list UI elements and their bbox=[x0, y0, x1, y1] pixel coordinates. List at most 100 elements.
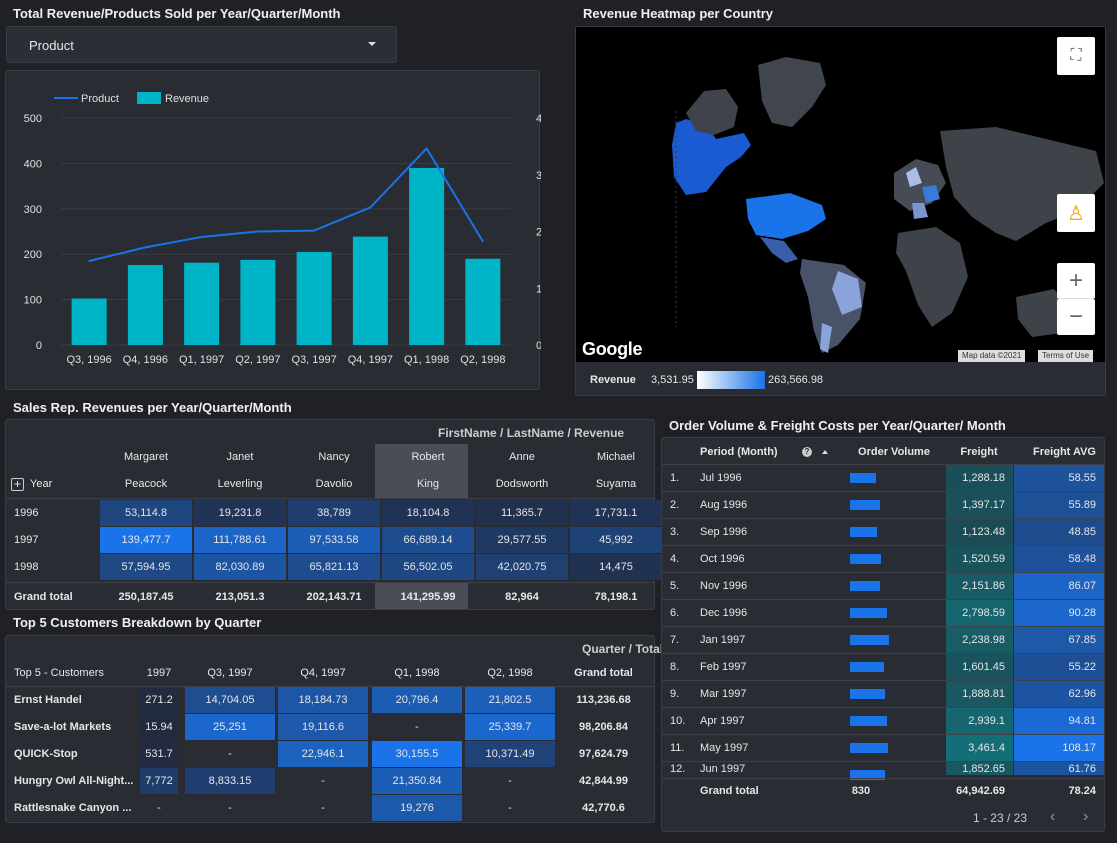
sales-grand-cell: 141,295.99 bbox=[400, 590, 456, 603]
orders-freight-avg-cell: 55.22 bbox=[1014, 654, 1104, 680]
sales-value-cell: 11,365.7 bbox=[476, 500, 568, 526]
order-volume-bar bbox=[850, 662, 885, 672]
top5-header-right: Quarter / Total bbox=[582, 642, 664, 656]
orders-row-number: 9. bbox=[670, 688, 680, 700]
orders-row-number: 1. bbox=[670, 472, 680, 484]
orders-freight-cell: 1,397.17 bbox=[946, 492, 1013, 518]
row-divider bbox=[6, 582, 654, 583]
google-logo: Google bbox=[582, 339, 643, 359]
map-data-attribution: Map data ©2021 bbox=[958, 350, 1026, 362]
sales-col-firstname: Anne bbox=[509, 451, 535, 463]
top5-value-cell: - bbox=[228, 802, 232, 814]
product-dropdown[interactable]: Product bbox=[6, 26, 397, 63]
sales-grand-cell: 202,143.71 bbox=[306, 590, 362, 603]
x-tick-label: Q2, 1998 bbox=[460, 354, 505, 366]
revenue-bar bbox=[465, 258, 501, 345]
orders-freight-cell: 2,151.86 bbox=[946, 573, 1013, 599]
top5-value-cell: 21,802.5 bbox=[465, 687, 555, 713]
top5-value-cell: 7,772 bbox=[140, 768, 178, 794]
top5-customer-name: Ernst Handel bbox=[14, 694, 82, 706]
product-point bbox=[313, 229, 315, 232]
terms-of-use-link[interactable]: Terms of Use bbox=[1038, 350, 1094, 362]
caret-down-icon bbox=[368, 42, 376, 46]
africa-region bbox=[896, 227, 968, 327]
orders-freight-cell: 2,238.98 bbox=[946, 627, 1013, 653]
top5-value-cell: 42,770.6 bbox=[582, 802, 625, 814]
product-point bbox=[257, 230, 259, 233]
revenue-bar bbox=[184, 262, 220, 345]
legend-product-label: Product bbox=[81, 93, 119, 105]
orders-row-number: 7. bbox=[670, 634, 680, 646]
orders-freight-avg-cell: 61.76 bbox=[1014, 762, 1104, 775]
right-tick-label: 200K bbox=[536, 227, 541, 239]
product-point bbox=[425, 147, 428, 150]
left-tick-label: 200 bbox=[24, 249, 42, 261]
usa-region bbox=[746, 193, 826, 239]
x-tick-label: Q1, 1997 bbox=[179, 354, 224, 366]
order-volume-bar bbox=[850, 554, 881, 564]
top5-value-cell: 25,339.7 bbox=[465, 714, 555, 740]
revenue-bar bbox=[127, 264, 163, 345]
sales-value-cell: 19,231.8 bbox=[194, 500, 286, 526]
sales-value-cell: 111,788.61 bbox=[194, 527, 286, 553]
left-tick-label: 400 bbox=[24, 158, 42, 170]
world-map[interactable]: ⛶ ♙ + − Google Map data ©2021 Terms of U… bbox=[576, 27, 1105, 362]
orders-freight-cell: 1,288.18 bbox=[946, 465, 1013, 491]
orders-period-cell: Jun 1997 bbox=[700, 762, 746, 775]
dropdown-label: Product bbox=[29, 38, 74, 53]
prev-page-icon[interactable]: ‹ bbox=[1050, 808, 1055, 826]
sales-col-firstname: Michael bbox=[597, 451, 635, 463]
pegman-icon[interactable]: ♙ bbox=[1057, 194, 1095, 232]
top5-col-header: Q1, 1998 bbox=[394, 667, 440, 679]
sales-col-firstname: Robert bbox=[411, 451, 445, 463]
heatmap-title: Revenue Heatmap per Country bbox=[583, 6, 773, 21]
sales-value-cell: 17,731.1 bbox=[570, 500, 662, 526]
orders-grand-volume: 830 bbox=[851, 785, 871, 797]
sales-value-cell: 139,477.7 bbox=[100, 527, 192, 553]
sort-ascending-icon[interactable] bbox=[822, 450, 828, 454]
orders-freight-header: Freight bbox=[960, 446, 998, 458]
zoom-in-button[interactable]: + bbox=[1057, 263, 1095, 299]
map-legend-gradient bbox=[697, 371, 765, 389]
orders-freight-avg-cell: 94.81 bbox=[1014, 708, 1104, 734]
sales-value-cell: 29,577.55 bbox=[476, 527, 568, 553]
fullscreen-icon[interactable]: ⛶ bbox=[1057, 37, 1095, 75]
sales-value-cell: 42,020.75 bbox=[476, 554, 568, 580]
order-volume-bar bbox=[850, 743, 888, 753]
orders-row-number: 8. bbox=[670, 661, 680, 673]
sales-header-right: FirstName / LastName / Revenue bbox=[438, 426, 625, 440]
x-tick-label: Q2, 1997 bbox=[235, 354, 280, 366]
top5-value-cell: 113,236.68 bbox=[576, 694, 631, 706]
order-volume-bar bbox=[850, 689, 886, 699]
help-icon[interactable]: ? bbox=[802, 447, 812, 457]
revenue-bar bbox=[352, 236, 388, 345]
next-page-icon[interactable]: › bbox=[1083, 808, 1088, 826]
top5-value-cell: 98,206.84 bbox=[579, 721, 628, 733]
orders-freight-cell: 1,888.81 bbox=[946, 681, 1013, 707]
sales-value-cell: 53,114.8 bbox=[100, 500, 192, 526]
sales-value-cell: 97,533.58 bbox=[288, 527, 380, 553]
revenue-bar bbox=[409, 167, 445, 345]
order-volume-title: Order Volume & Freight Costs per Year/Qu… bbox=[669, 418, 1006, 433]
orders-freight-avg-cell: 86.07 bbox=[1014, 573, 1104, 599]
orders-freight-avg-cell: 90.28 bbox=[1014, 600, 1104, 626]
top5-value-cell: 22,946.1 bbox=[278, 741, 368, 767]
revenue-chart: 0 100 200 300 400 500 0 100K 200K 300K 400K Q3, 199… bbox=[24, 92, 562, 366]
map-legend-max: 263,566.98 bbox=[768, 374, 824, 386]
left-tick-label: 0 bbox=[36, 340, 42, 352]
zoom-out-button[interactable]: − bbox=[1057, 299, 1095, 335]
map-legend-min: 3,531.95 bbox=[651, 374, 694, 386]
top5-value-cell: - bbox=[508, 775, 512, 787]
orders-freight-avg-cell: 58.55 bbox=[1014, 465, 1104, 491]
sales-grand-cell: 82,964 bbox=[505, 590, 539, 603]
orders-period-cell: Oct 1996 bbox=[700, 553, 745, 565]
sales-year-cell: 1997 bbox=[14, 534, 39, 546]
top5-value-cell: 14,704.05 bbox=[185, 687, 275, 713]
top5-customer-name: Hungry Owl All-Night... bbox=[14, 775, 134, 787]
orders-freight-cell: 2,798.59 bbox=[946, 600, 1013, 626]
top5-value-cell: 19,276 bbox=[372, 795, 462, 821]
top5-value-cell: 20,796.4 bbox=[372, 687, 462, 713]
order-volume-bar bbox=[850, 716, 887, 726]
greenland-region bbox=[758, 57, 826, 127]
sales-value-cell: 18,104.8 bbox=[382, 500, 474, 526]
